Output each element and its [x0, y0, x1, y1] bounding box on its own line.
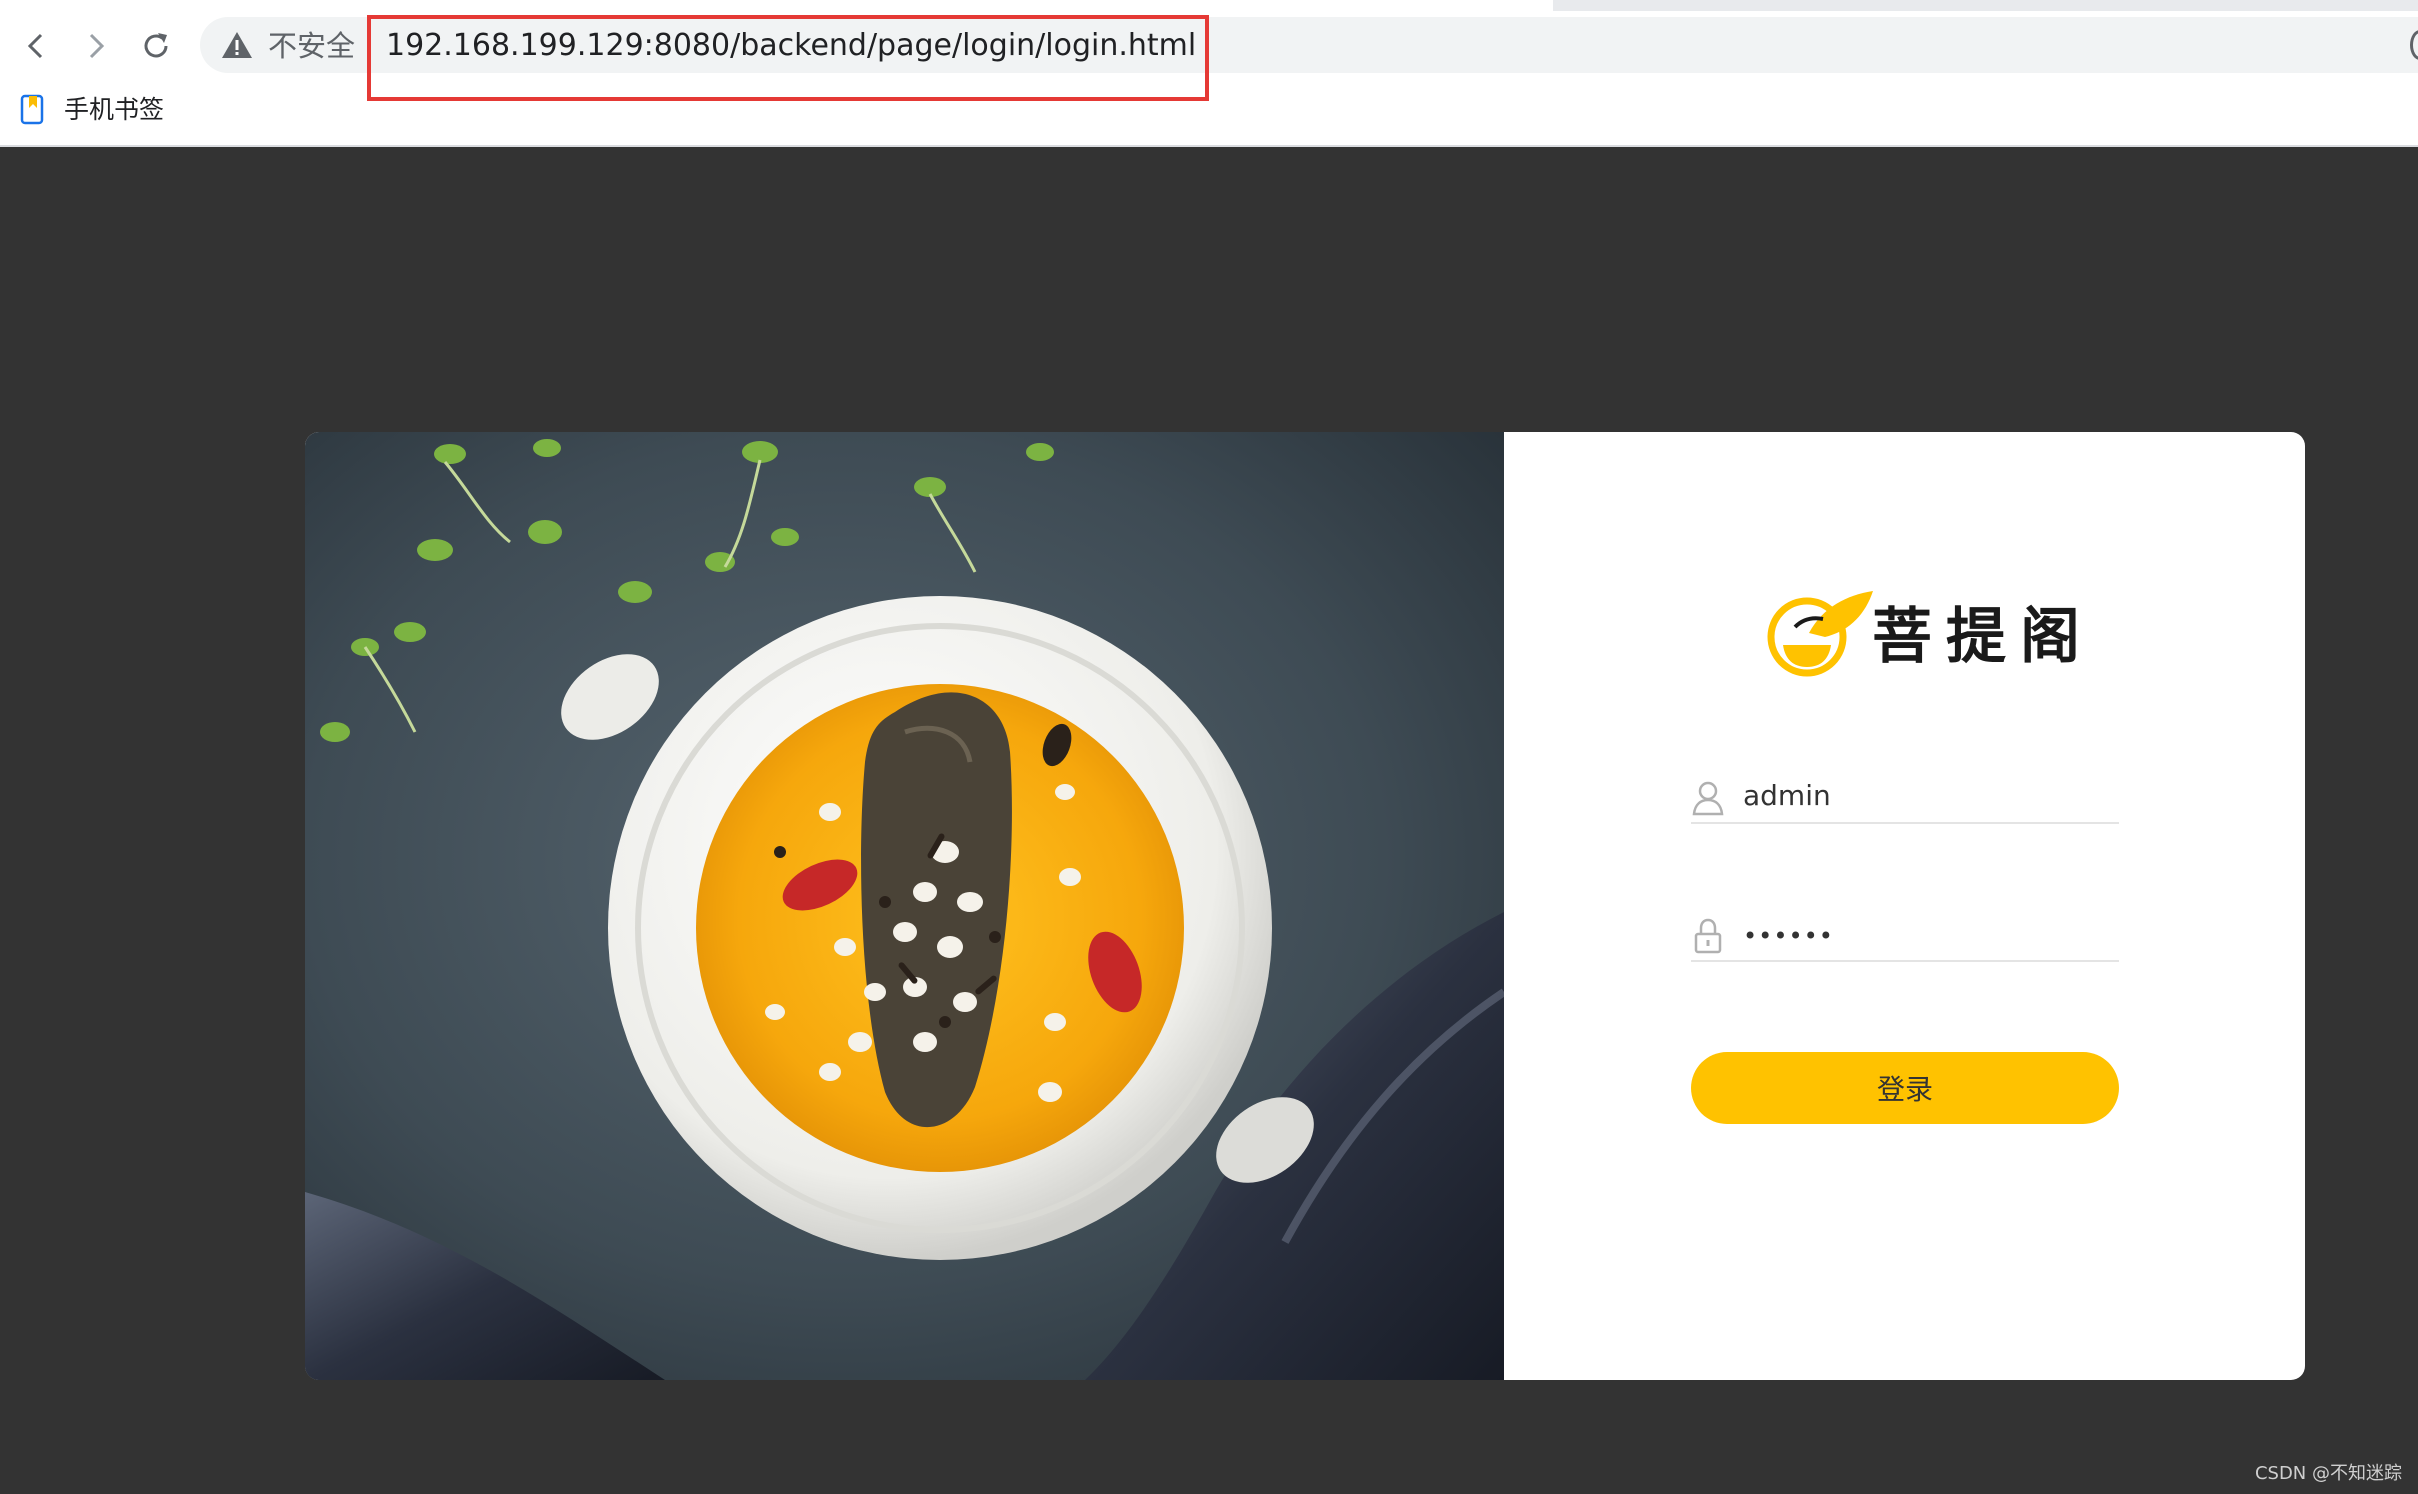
- url-highlight-box: [367, 15, 1209, 101]
- back-button[interactable]: [14, 24, 58, 68]
- user-icon: [1692, 781, 1724, 816]
- forward-button[interactable]: [74, 24, 118, 68]
- password-field[interactable]: ••••••: [1691, 900, 2119, 962]
- login-card: 菩提阁 admin •••••• 登录: [305, 432, 2305, 1380]
- bookmark-item-mobile[interactable]: 手机书签: [64, 93, 164, 127]
- tab-strip: [1553, 0, 2418, 11]
- lock-icon: [1694, 918, 1722, 954]
- login-button[interactable]: 登录: [1691, 1052, 2119, 1124]
- reload-button[interactable]: [134, 24, 178, 68]
- security-indicator[interactable]: 不安全: [268, 24, 355, 68]
- forward-arrow-icon: [89, 33, 105, 59]
- username-value: admin: [1743, 779, 1831, 812]
- back-arrow-icon: [27, 33, 43, 59]
- brand-logo-icon: [1767, 591, 1873, 677]
- reload-icon: [144, 33, 168, 58]
- food-banner-image: [305, 432, 1504, 1380]
- password-value: ••••••: [1743, 922, 1834, 950]
- warning-icon: [222, 32, 252, 58]
- watermark-text: CSDN @不知迷踪: [2254, 1463, 2402, 1484]
- mobile-bookmarks-icon: [20, 94, 44, 125]
- browser-toolbar: 不安全 192.168.199.129:8080/backend/page/lo…: [0, 0, 2418, 147]
- brand-name: 菩提阁: [1872, 602, 2094, 672]
- username-field[interactable]: admin: [1691, 762, 2119, 824]
